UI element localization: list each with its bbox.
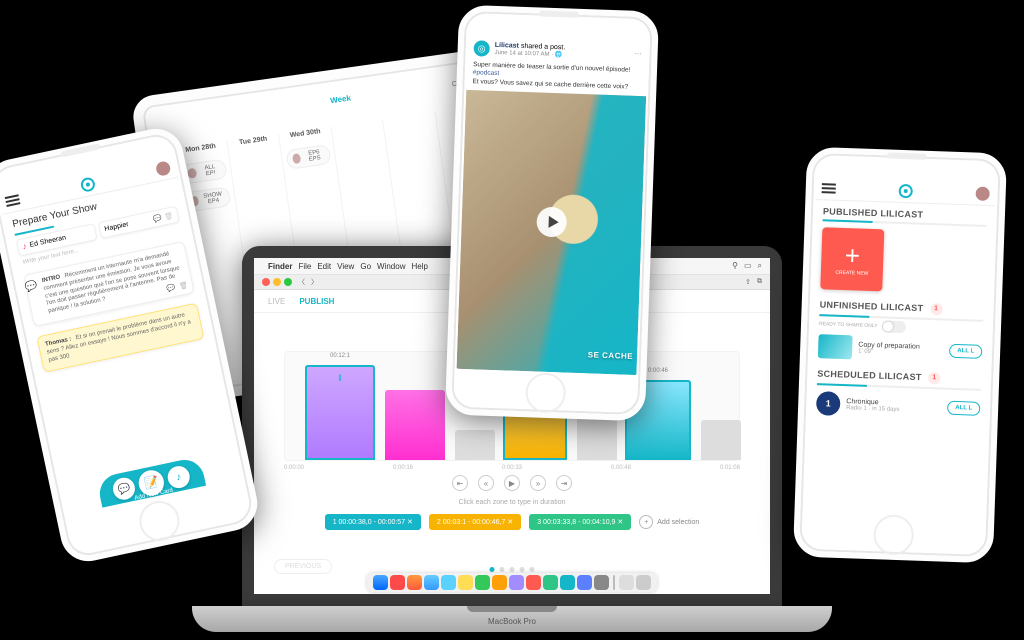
window-close-icon[interactable] (262, 278, 270, 286)
ready-filter-label: READY TO SHARE ONLY (819, 321, 878, 329)
search-icon[interactable]: ⌕ (758, 261, 762, 271)
calendar-event[interactable]: EP6 EPS (286, 144, 332, 170)
plus-icon: + (844, 242, 860, 269)
dock-app-icon[interactable] (526, 575, 541, 590)
chat-icon: 💬 (152, 214, 162, 224)
menubar-item[interactable]: View (337, 262, 354, 271)
trash-icon[interactable]: 🗑 (164, 211, 174, 221)
dock-app-icon[interactable] (560, 575, 575, 590)
add-talk-icon[interactable]: 💬 (111, 476, 137, 502)
battery-icon[interactable]: ▭ (744, 261, 752, 271)
count-badge: 1 (930, 303, 942, 315)
play-icon[interactable]: ▶ (504, 475, 520, 491)
count-badge: 1 (928, 372, 940, 384)
waveform-axis: 0:00:000:00:16 0:00:330.00:48 0:01:08 (284, 465, 740, 471)
forward-icon[interactable]: » (530, 475, 546, 491)
wifi-icon[interactable]: ⚲ (732, 261, 738, 271)
browser-back-icon[interactable]: 〈 (298, 277, 305, 287)
add-selection-button[interactable]: +Add selection (639, 515, 699, 529)
add-card-bar: 💬 📝 ♪ Add New Card (96, 456, 206, 507)
previous-button[interactable]: PREVIOUS (274, 559, 332, 574)
menu-icon[interactable] (5, 194, 21, 207)
dock-folder-icon[interactable] (619, 575, 634, 590)
tab-live[interactable]: LIVE (268, 297, 285, 306)
post-video-thumbnail[interactable]: SE CACHE (457, 90, 647, 375)
rewind-icon[interactable]: « (478, 475, 494, 491)
wave-timestamp: 00:12:1 (330, 353, 350, 359)
dock-mail-icon[interactable] (441, 575, 456, 590)
selection-chip-3[interactable]: 3 00:03:33,8 - 00:04:10,9 ✕ (529, 514, 631, 530)
wave-timestamp: 0:00:46 (648, 368, 668, 374)
phone-social-post: ◎ Lilicast shared a post. June 14 at 10:… (445, 5, 659, 422)
ready-filter-toggle[interactable] (881, 320, 905, 333)
browser-share-icon[interactable]: ⇪ (745, 278, 751, 286)
selection-chip-2[interactable]: 2 00:03:1 - 00:00:46,7 ✕ (429, 514, 521, 530)
list-item[interactable]: 1 Chronique Radio 1 · in 15 days ALL L (808, 387, 989, 425)
post-avatar[interactable]: ◎ (473, 40, 490, 57)
selection-chip-1[interactable]: 1 00:00:38,0 - 00:00:57 ✕ (325, 514, 421, 530)
phone-dashboard: PUBLISHED LILICAST + CREATE NEW UNFINISH… (793, 147, 1007, 564)
post-caption: SE CACHE (588, 350, 634, 361)
browser-forward-icon[interactable]: 〉 (311, 277, 318, 287)
menubar-item[interactable]: File (298, 262, 311, 271)
dock-trash-icon[interactable] (636, 575, 651, 590)
play-icon[interactable] (536, 206, 567, 237)
dock-appstore-icon[interactable] (577, 575, 592, 590)
dock-safari-icon[interactable] (424, 575, 439, 590)
menubar-item[interactable]: Window (377, 262, 405, 271)
music-icon: ♪ (22, 242, 28, 252)
app-logo-icon[interactable] (898, 184, 912, 198)
all-button[interactable]: ALL L (949, 344, 982, 359)
menubar-item[interactable]: Edit (317, 262, 331, 271)
window-zoom-icon[interactable] (284, 278, 292, 286)
dock-app-icon[interactable] (390, 575, 405, 590)
skip-start-icon[interactable]: ⇤ (452, 475, 468, 491)
tab-publish[interactable]: PUBLISH (299, 297, 334, 306)
menubar-item[interactable]: Help (411, 262, 427, 271)
skip-end-icon[interactable]: ⇥ (556, 475, 572, 491)
post-timestamp: June 14 at 10:07 AM · 🌐 (494, 49, 565, 58)
dock-app-icon[interactable] (458, 575, 473, 590)
menubar-item[interactable]: Go (360, 262, 371, 271)
station-avatar: 1 (816, 391, 841, 416)
chat-icon[interactable]: 💬 (166, 284, 176, 295)
menu-icon[interactable] (822, 183, 836, 193)
macos-dock[interactable] (367, 573, 657, 592)
post-more-icon[interactable]: ⋯ (634, 50, 641, 58)
dock-finder-icon[interactable] (373, 575, 388, 590)
dock-app-icon[interactable] (543, 575, 558, 590)
create-new-button[interactable]: + CREATE NEW (820, 227, 884, 291)
calendar-view-week[interactable]: Week (330, 94, 354, 123)
hint-text: Click each zone to type in duration (254, 499, 770, 506)
trash-icon[interactable]: 🗑 (178, 281, 189, 292)
pause-icon[interactable]: ‖ (338, 373, 342, 383)
menubar-app-name[interactable]: Finder (268, 262, 292, 271)
dock-settings-icon[interactable] (594, 575, 609, 590)
step-pager[interactable] (490, 567, 535, 572)
laptop-model-label: MacBook Pro (488, 617, 536, 626)
avatar[interactable] (975, 187, 989, 201)
dock-separator (613, 575, 615, 590)
dock-app-icon[interactable] (492, 575, 507, 590)
dock-messages-icon[interactable] (475, 575, 490, 590)
item-thumbnail (818, 334, 853, 359)
add-music-icon[interactable]: ♪ (166, 464, 192, 490)
dock-app-icon[interactable] (407, 575, 422, 590)
section-published: PUBLISHED LILICAST (815, 200, 996, 229)
avatar[interactable] (155, 160, 172, 177)
window-minimize-icon[interactable] (273, 278, 281, 286)
app-logo-icon[interactable] (80, 176, 97, 193)
all-button[interactable]: ALL L (947, 401, 980, 416)
browser-tabs-icon[interactable]: ⧉ (757, 278, 762, 286)
dock-app-icon[interactable] (509, 575, 524, 590)
